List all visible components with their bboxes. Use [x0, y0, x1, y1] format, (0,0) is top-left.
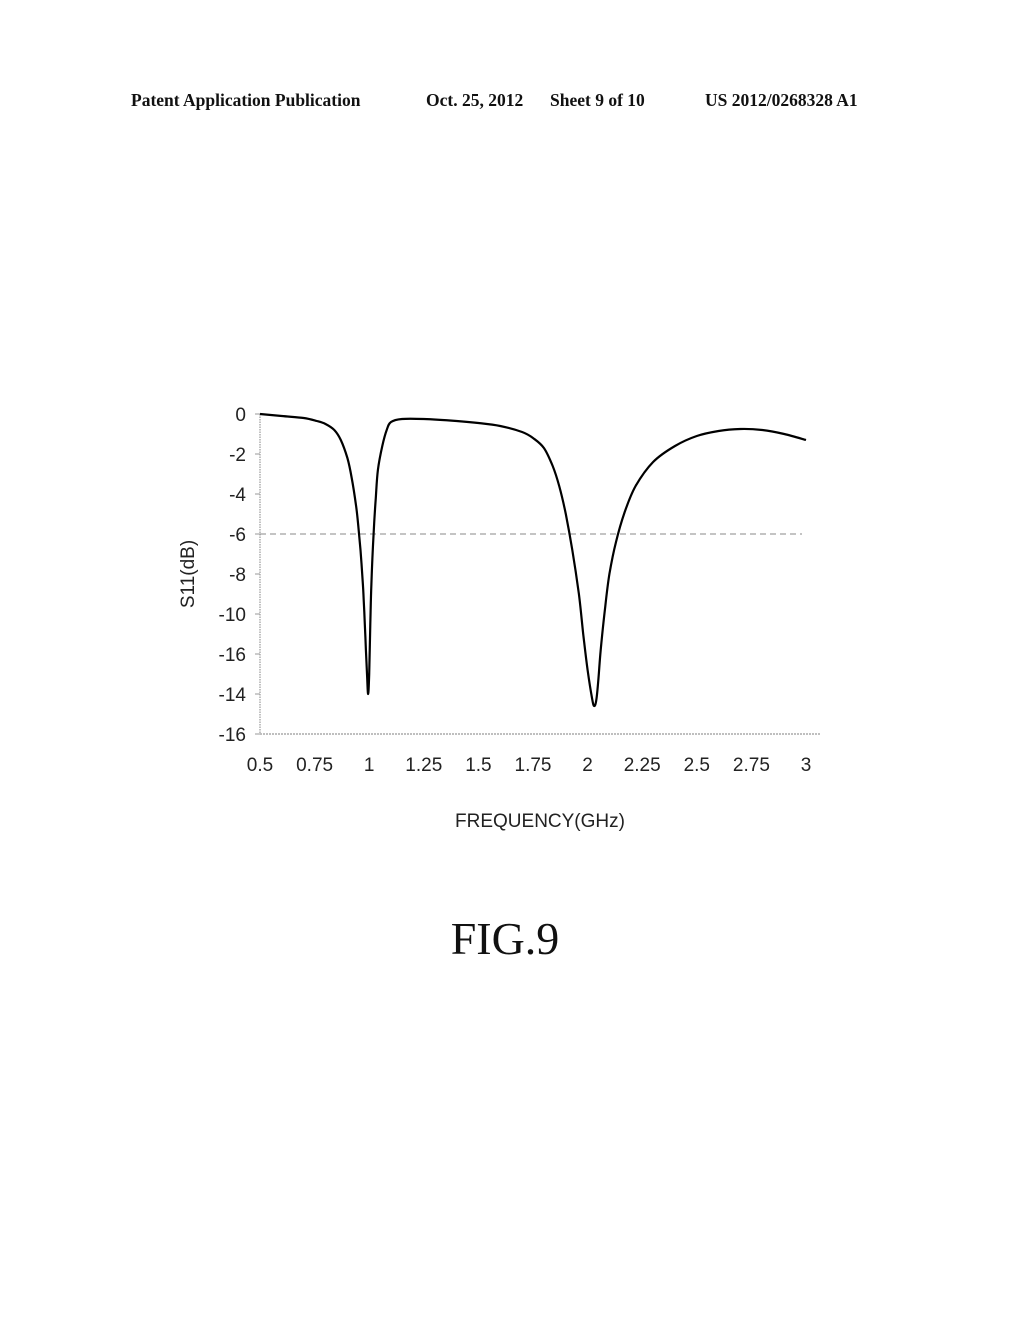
x-tick-label: 1.25 [405, 755, 442, 776]
y-tick-label: -8 [229, 565, 246, 586]
x-tick-label: 1.75 [515, 755, 552, 776]
y-tick-label: -2 [229, 445, 246, 466]
x-tick-label: 2.25 [624, 755, 661, 776]
y-tick-label: -6 [229, 525, 246, 546]
x-tick-label: 2.75 [733, 755, 770, 776]
x-tick-label: 2.5 [684, 755, 710, 776]
y-tick-label: 0 [235, 405, 246, 426]
x-tick-label: 2 [582, 755, 593, 776]
y-tick-label: -16 [219, 645, 246, 666]
y-tick-label: -10 [219, 605, 246, 626]
x-tick-label: 0.75 [296, 755, 333, 776]
s11-chart: 0-2-4-6-8-10-16-14-160.5 0.75 1 1.25 1.5 1.75… [178, 405, 820, 832]
figure-label: FIG.9 [450, 913, 560, 964]
y-tick-label: -14 [219, 685, 247, 706]
tick-labels: 0-2-4-6-8-10-16-14-160.5 0.75 1 1.25 1.5 1.75… [219, 405, 812, 776]
x-tick-label: 1.5 [465, 755, 491, 776]
series-group [259, 412, 807, 708]
x-tick-label: 0.5 [247, 755, 273, 776]
x-tick-label: 1 [364, 755, 375, 776]
series-line-s11 [259, 412, 807, 708]
y-tick-label: -16 [219, 725, 246, 746]
x-axis-title: FREQUENCY(GHz) [455, 811, 625, 832]
x-tick-label: 3 [801, 755, 812, 776]
y-axis-title: S11(dB) [178, 540, 199, 608]
y-tick-label: -4 [229, 485, 246, 506]
axes [255, 413, 820, 735]
